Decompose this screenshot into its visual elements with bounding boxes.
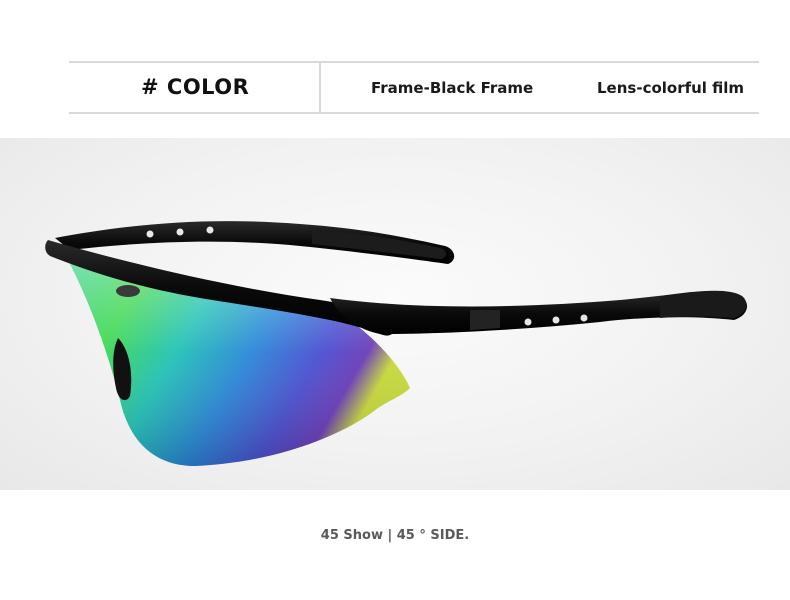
hinge bbox=[470, 310, 500, 330]
frame-color-label: Frame-Black Frame bbox=[371, 79, 534, 97]
view-caption: 45 Show | 45 ° SIDE. bbox=[320, 528, 470, 543]
near-temple-grip bbox=[660, 290, 747, 318]
sunglasses-icon bbox=[45, 221, 748, 466]
arm-hole bbox=[524, 318, 532, 326]
arm-hole bbox=[580, 314, 588, 322]
arm-hole bbox=[146, 230, 154, 238]
color-spec-bar: # COLOR Frame-Black Frame Lens-colorful … bbox=[69, 61, 759, 114]
arm-hole bbox=[176, 228, 184, 236]
color-section-title: # COLOR bbox=[141, 75, 250, 99]
brow-vent bbox=[116, 285, 140, 297]
arm-hole bbox=[206, 226, 214, 234]
spec-divider bbox=[319, 63, 321, 112]
product-photo bbox=[0, 138, 790, 490]
arm-hole bbox=[552, 316, 560, 324]
lens-color-label: Lens-colorful film bbox=[597, 79, 745, 97]
product-detail-page: # COLOR Frame-Black Frame Lens-colorful … bbox=[0, 0, 790, 600]
